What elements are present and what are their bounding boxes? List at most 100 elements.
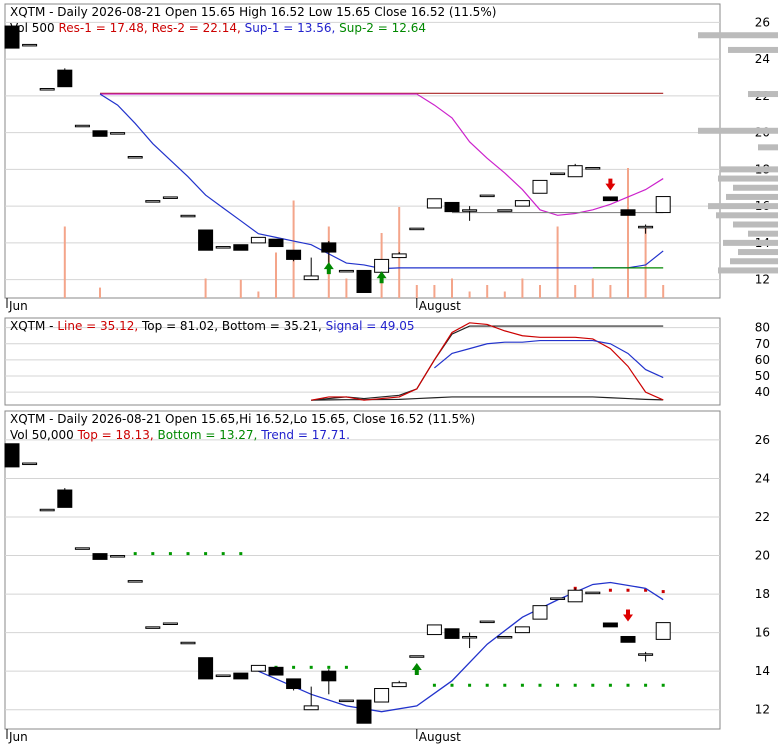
bottom-dot	[309, 665, 313, 669]
bottom-dot	[520, 683, 524, 687]
chart-canvas: 12 14 16 18 20 22 24 26 XQTM - Daily 2026-08-21 …	[4, 3, 778, 744]
candle	[497, 209, 513, 212]
candle	[338, 269, 354, 273]
candle	[497, 635, 513, 639]
header-segment: Signal = 49.05	[322, 319, 415, 333]
plot-frame	[4, 410, 721, 730]
header-segment: Sup-1 = 13.56,	[241, 21, 335, 35]
volume-bar	[415, 285, 418, 298]
volume-bar	[574, 285, 577, 298]
volume-bar	[257, 291, 260, 298]
candle	[127, 580, 143, 583]
candle	[233, 244, 249, 251]
candle	[303, 705, 319, 711]
bottom-dot	[503, 683, 507, 687]
volume-bar	[486, 285, 489, 298]
candle	[198, 657, 214, 680]
candle	[286, 249, 302, 260]
candle	[655, 622, 671, 640]
header-segment: XQTM - Daily 2026-08-21 Open 15.65 High …	[10, 5, 496, 19]
volume-bar	[539, 285, 541, 298]
chart-header-line: XQTM - Line = 35.12, Top = 81.02, Bottom…	[10, 319, 415, 333]
y-tick-label: 70	[755, 337, 770, 351]
candle	[602, 196, 618, 202]
candle	[162, 622, 178, 625]
bottom-dot	[626, 683, 630, 687]
y-tick-label: 20	[755, 549, 770, 563]
header-segment: Trend = 17.71.	[257, 428, 350, 442]
top-dot	[608, 588, 612, 592]
header-segment: Vol 50,000	[10, 428, 74, 442]
bottom-dot	[133, 552, 137, 556]
header-segment: Sup-2 = 12.64	[335, 21, 426, 35]
bottom-dot	[538, 683, 542, 687]
candle	[620, 635, 636, 643]
candle	[550, 172, 566, 176]
volume-profile-bar	[738, 249, 778, 256]
candle	[514, 626, 530, 634]
header-segment: Res-2 = 22.14,	[148, 21, 241, 35]
volume-profile-bar	[733, 184, 778, 191]
volume-bar	[627, 168, 629, 298]
header-segment: XQTM -	[10, 319, 54, 333]
candle	[22, 43, 38, 47]
candle	[74, 124, 90, 128]
volume-bar	[644, 226, 647, 298]
volume-profile-bar	[748, 230, 778, 237]
volume-profile-bar	[758, 144, 778, 151]
volume-profile-bar	[726, 193, 778, 200]
candle	[145, 200, 161, 203]
volume-bar	[275, 252, 277, 298]
candle	[479, 620, 495, 624]
y-tick-label: 12	[755, 703, 770, 717]
top-dot	[661, 590, 665, 594]
bottom-dot	[186, 552, 190, 556]
volume-bar	[292, 200, 295, 298]
y-tick-label: 14	[755, 664, 770, 678]
y-tick-label: 24	[755, 52, 770, 66]
bottom-dot	[661, 683, 665, 687]
plot-frame	[4, 3, 721, 299]
candle	[180, 214, 196, 218]
volume-bar	[609, 285, 612, 298]
candle	[462, 209, 478, 212]
header-segment: XQTM - Daily 2026-08-21 Open 15.65,Hi 16…	[10, 412, 475, 426]
volume-profile-bar	[698, 127, 778, 134]
bottom-dot	[556, 683, 560, 687]
y-tick-label: 40	[755, 385, 770, 399]
volume-profile-bar	[723, 239, 778, 246]
candle	[268, 238, 284, 248]
candle	[57, 69, 73, 88]
header-segment: Vol 500	[10, 21, 55, 35]
volume-profile-bar	[728, 46, 778, 53]
candle	[585, 167, 601, 170]
candle	[268, 666, 284, 676]
header-segment: Bottom = 35.21,	[218, 319, 322, 333]
candle	[374, 258, 390, 273]
y-tick-label: 26	[755, 15, 770, 29]
volume-bar	[345, 278, 348, 298]
volume-profile-bar	[720, 166, 778, 173]
volume-bar	[433, 285, 436, 298]
bottom-dot	[204, 552, 208, 556]
volume-bar	[662, 285, 665, 298]
candle	[39, 88, 55, 91]
candle	[215, 674, 231, 678]
chart-header-line: Vol 500 Res-1 = 17.48, Res-2 = 22.14, Su…	[10, 21, 426, 35]
candle	[585, 591, 601, 595]
candle	[303, 275, 319, 281]
candle	[74, 547, 90, 550]
bottom-dot	[573, 683, 577, 687]
bottom-dot	[591, 683, 595, 687]
candle	[127, 156, 143, 159]
volume-bar	[468, 291, 471, 298]
x-tick-label: August	[419, 299, 461, 313]
volume-bar	[556, 226, 559, 298]
bottom-dot	[644, 683, 648, 687]
candle	[409, 227, 425, 231]
candle	[426, 198, 442, 209]
y-tick-label: 60	[755, 353, 770, 367]
candle	[356, 269, 372, 293]
candle	[602, 622, 618, 628]
candle	[532, 179, 548, 194]
